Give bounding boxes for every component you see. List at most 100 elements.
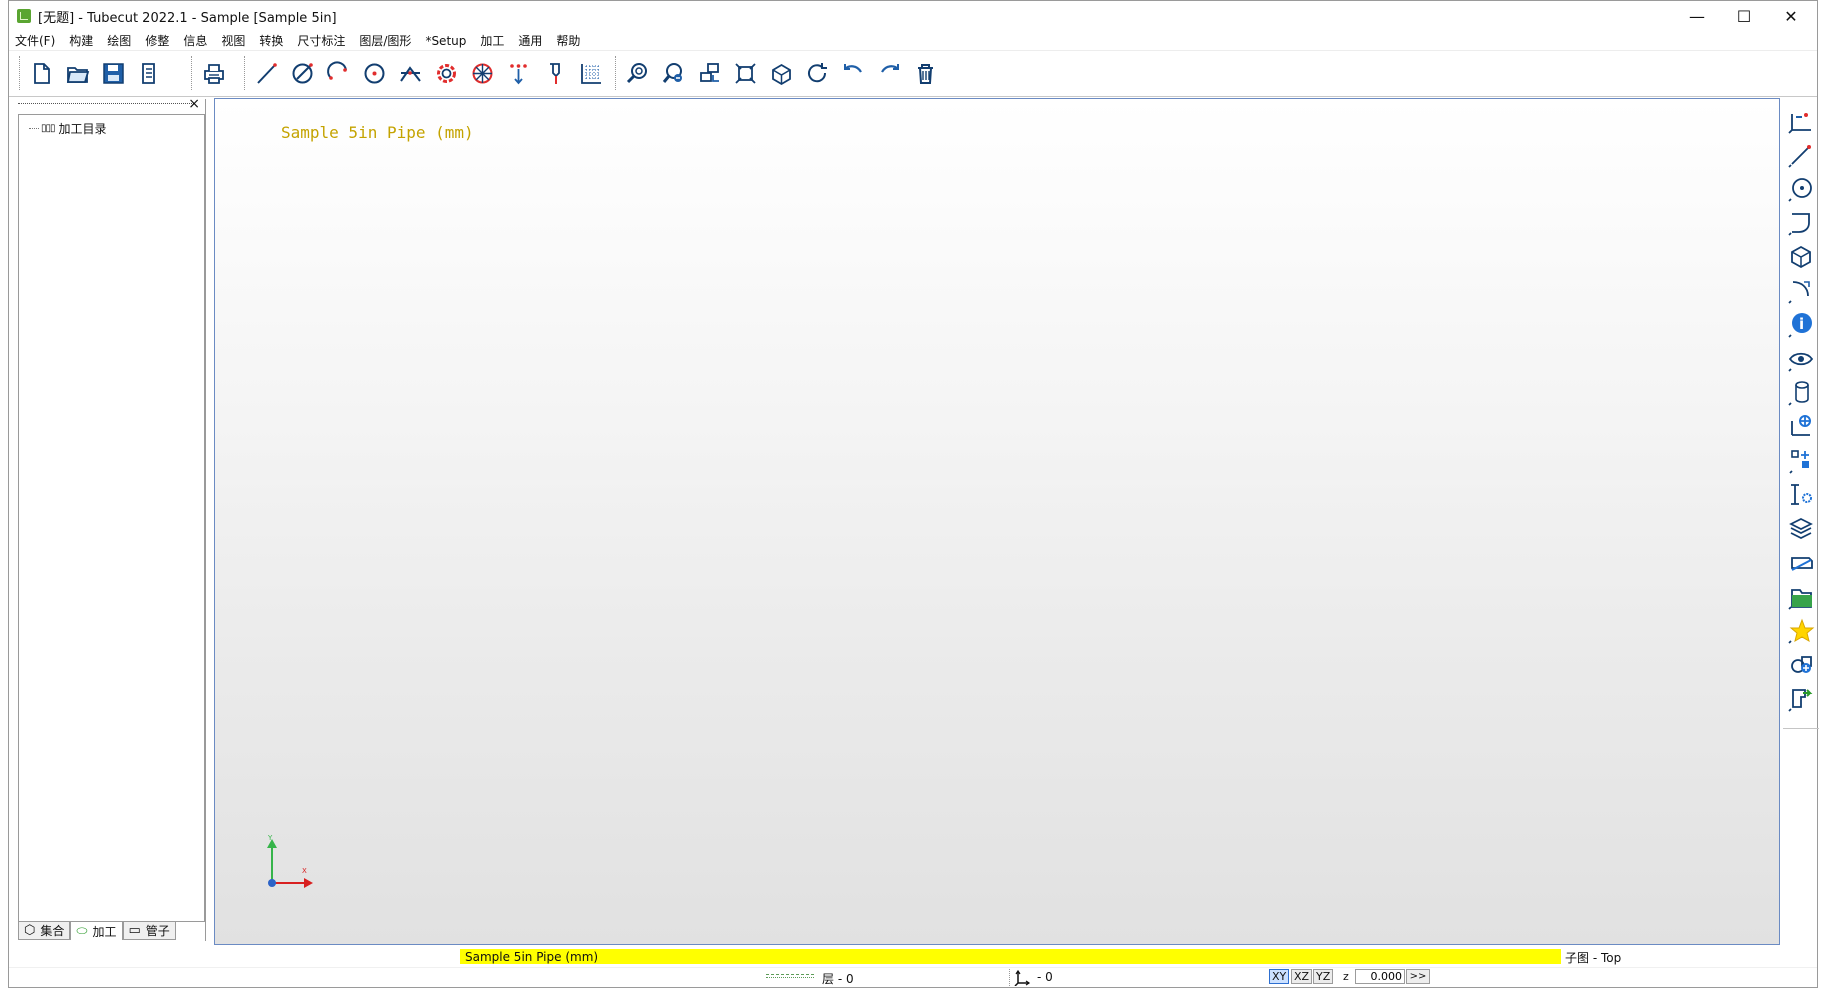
grid-icon[interactable] <box>574 57 606 89</box>
menu-machining[interactable]: 加工 <box>480 32 504 49</box>
menu-draw[interactable]: 绘图 <box>107 32 131 49</box>
tab-machining-label: 加工 <box>92 924 117 939</box>
tab-collection[interactable]: ⬡ 集合 <box>18 922 71 940</box>
redo-icon[interactable] <box>873 57 905 89</box>
undo-icon[interactable] <box>837 57 869 89</box>
menu-convert[interactable]: 转换 <box>259 32 283 49</box>
save-icon[interactable] <box>97 57 129 89</box>
tab-tube-label: 管子 <box>145 924 170 938</box>
new-file-icon[interactable] <box>25 57 57 89</box>
target-icon[interactable] <box>1784 410 1818 444</box>
star-icon[interactable] <box>1784 614 1818 648</box>
tubecut-app-icon <box>17 9 31 23</box>
print-icon[interactable] <box>197 57 229 89</box>
zoom-tool-icon[interactable] <box>657 57 689 89</box>
zoom-in-icon[interactable] <box>621 57 653 89</box>
line-style-indicator[interactable] <box>766 974 814 978</box>
folder-icon[interactable] <box>1784 580 1818 614</box>
corner-icon[interactable] <box>1784 206 1818 240</box>
tab-collection-label: 集合 <box>40 924 65 938</box>
arc-measure-icon[interactable] <box>1784 274 1818 308</box>
layers-icon[interactable] <box>1784 512 1818 546</box>
menu-bar: 文件(F) 构建 绘图 修整 信息 视图 转换 尺寸标注 图层/图形 *Setu… <box>9 31 1817 51</box>
circle-center-icon[interactable] <box>358 57 390 89</box>
menu-view[interactable]: 视图 <box>221 32 245 49</box>
panel-close-button[interactable]: × <box>188 96 200 112</box>
move-view-icon[interactable] <box>693 57 725 89</box>
tree-dotted-connector <box>29 128 39 129</box>
z-value-input[interactable] <box>1355 969 1405 984</box>
tree-item-machining-directory[interactable]: ▯▯▯ 加工目录 <box>29 120 107 137</box>
menu-setup[interactable]: *Setup <box>425 34 466 48</box>
line-measure-icon[interactable] <box>1784 138 1818 172</box>
info-icon[interactable]: i <box>1784 308 1818 342</box>
network-icon[interactable] <box>466 57 498 89</box>
menu-general[interactable]: 通用 <box>518 32 542 49</box>
tab-tube[interactable]: ▭ 管子 <box>122 922 176 940</box>
y-axis-label: Y <box>267 834 273 842</box>
drawing-canvas[interactable]: Sample 5in Pipe (mm) Y X <box>214 98 1780 945</box>
document-list-icon[interactable] <box>133 57 165 89</box>
circle-measure-icon[interactable] <box>1784 172 1818 206</box>
export-icon[interactable] <box>1784 682 1818 716</box>
coordinate-system-icon[interactable] <box>1014 968 1032 986</box>
menu-layers-shapes[interactable]: 图层/图形 <box>359 32 411 49</box>
tree-item-label: 加工目录 <box>58 122 107 136</box>
cube-view-icon[interactable] <box>765 57 797 89</box>
machining-directory-tree: ▯▯▯ 加工目录 <box>18 114 205 922</box>
circle-slash-icon[interactable] <box>286 57 318 89</box>
yz-plane-button[interactable]: YZ <box>1313 969 1334 984</box>
window-title: [无题] - Tubecut 2022.1 - Sample [Sample 5… <box>38 10 337 26</box>
menu-dimension[interactable]: 尺寸标注 <box>297 32 345 49</box>
advance-button[interactable]: >> <box>1406 969 1430 984</box>
status-controls: 层 - 0 - 0 XY XZ YZ z >> <box>9 967 1817 987</box>
cube-icon[interactable] <box>1784 240 1818 274</box>
menu-trim[interactable]: 修整 <box>145 32 169 49</box>
coordinate-status[interactable]: - 0 <box>1037 970 1053 984</box>
tab-machining[interactable]: ⬭ 加工 <box>70 922 123 940</box>
xz-plane-button[interactable]: XZ <box>1291 969 1313 984</box>
print-tools <box>191 56 233 90</box>
tree-node-icon: ▯▯▯ <box>41 123 55 134</box>
layer-status[interactable]: 层 - 0 <box>822 970 854 987</box>
tag-icon[interactable] <box>1784 546 1818 580</box>
delete-icon[interactable] <box>909 57 941 89</box>
line-icon[interactable] <box>250 57 282 89</box>
align-icon[interactable] <box>1784 444 1818 478</box>
tubecut-window: [无题] - Tubecut 2022.1 - Sample [Sample 5… <box>8 0 1819 989</box>
xy-plane-button[interactable]: XY <box>1269 969 1290 984</box>
menu-file[interactable]: 文件(F) <box>15 32 55 49</box>
pipe-tab-icon: ⬭ <box>76 923 88 939</box>
svg-text:i: i <box>1799 315 1804 333</box>
menu-build[interactable]: 构建 <box>69 32 93 49</box>
subview-status: 子图 - Top <box>1565 951 1622 965</box>
status-separator <box>1009 969 1011 986</box>
menu-info[interactable]: 信息 <box>183 32 207 49</box>
window-controls: — ☐ ✕ <box>1675 1 1813 31</box>
tube-tab-icon: ▭ <box>128 923 141 938</box>
cylinder-icon[interactable] <box>1784 376 1818 410</box>
fit-view-icon[interactable] <box>729 57 761 89</box>
maximize-button[interactable]: ☐ <box>1722 1 1766 31</box>
arc-icon[interactable] <box>322 57 354 89</box>
z-label: z <box>1343 970 1349 983</box>
gear-circle-icon[interactable] <box>430 57 462 89</box>
status-bar: Sample 5in Pipe (mm) 子图 - Top 层 - 0 - 0 … <box>9 946 1817 989</box>
coordinate-point-icon[interactable] <box>1784 104 1818 138</box>
close-button[interactable]: ✕ <box>1769 1 1813 31</box>
shape-add-icon[interactable] <box>1784 648 1818 682</box>
current-drawing-status: Sample 5in Pipe (mm) <box>460 949 1561 964</box>
menu-help[interactable]: 帮助 <box>556 32 580 49</box>
trim-icon[interactable] <box>394 57 426 89</box>
coordinate-axis-gizmo: Y X <box>267 834 313 888</box>
panel-drag-handle[interactable] <box>18 103 194 112</box>
eye-icon[interactable] <box>1784 342 1818 376</box>
dimension-gear-icon[interactable] <box>1784 478 1818 512</box>
refresh-icon[interactable] <box>801 57 833 89</box>
array-icon[interactable] <box>502 57 534 89</box>
cube-tab-icon: ⬡ <box>24 923 36 938</box>
minimize-button[interactable]: — <box>1675 1 1719 31</box>
toolpath-icon[interactable] <box>538 57 570 89</box>
drawing-title: Sample 5in Pipe (mm) <box>281 123 474 142</box>
open-folder-icon[interactable] <box>61 57 93 89</box>
